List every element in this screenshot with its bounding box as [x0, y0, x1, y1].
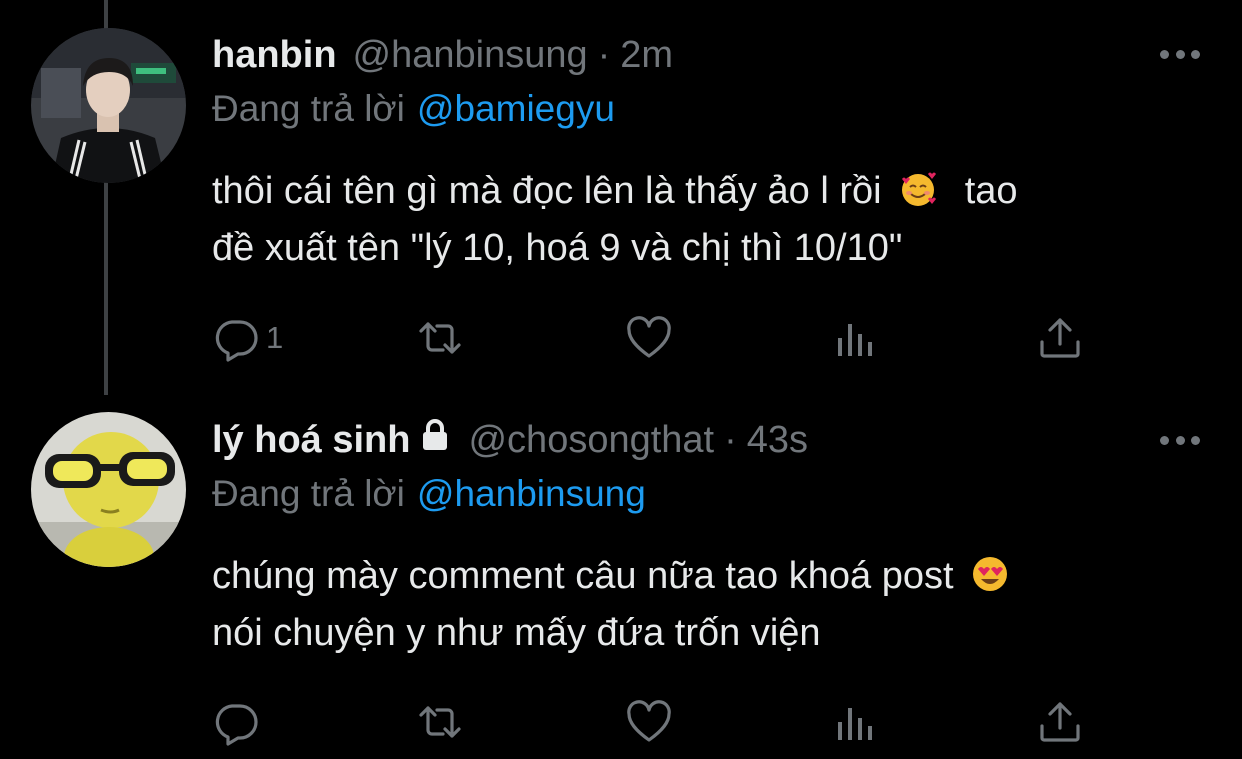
handle[interactable]: @hanbinsung [353, 34, 588, 77]
action-bar: 1 [0, 308, 1242, 368]
replying-label: Đang trả lời [212, 473, 405, 514]
views-icon [838, 708, 872, 740]
views-button[interactable] [831, 692, 879, 752]
tweet-ly-hoa-sinh[interactable]: lý hoá sinh @chosongthat · 43s Đang trả … [0, 400, 1242, 759]
separator-dot: · [724, 419, 737, 461]
share-icon [1040, 318, 1080, 358]
separator-dot: · [597, 34, 611, 76]
replying-label: Đang trả lời [212, 88, 405, 129]
reply-button[interactable]: 1 [212, 308, 283, 368]
replying-to: Đang trả lời @hanbinsung [212, 473, 646, 515]
share-button[interactable] [1036, 692, 1084, 752]
display-name[interactable]: lý hoá sinh [212, 419, 410, 462]
heart-eyes-icon [973, 557, 1008, 591]
retweet-button[interactable] [416, 692, 464, 752]
mention-link[interactable]: @hanbinsung [417, 473, 646, 514]
replying-to: Đang trả lời @bamiegyu [212, 88, 615, 130]
lock-icon [423, 419, 448, 450]
like-icon [627, 316, 671, 358]
timestamp[interactable]: 43s [747, 419, 808, 462]
like-icon [627, 700, 671, 742]
retweet-icon [419, 322, 461, 354]
tweet-text: chúng mày comment câu nữa tao khoá post … [212, 548, 1212, 662]
mention-link[interactable]: @bamiegyu [417, 88, 615, 129]
text-line: đề xuất tên "lý 10, hoá 9 và chị thì 10/… [212, 227, 903, 269]
retweet-icon [419, 706, 461, 738]
timestamp[interactable]: 2m [620, 34, 673, 77]
text-line: nói chuyện y như mấy đứa trốn viện [212, 612, 821, 654]
tweet-hanbin[interactable]: hanbin @hanbinsung · 2m Đang trả lời @bam… [0, 0, 1242, 400]
share-button[interactable] [1036, 308, 1084, 368]
action-bar [0, 692, 1242, 752]
reply-icon [215, 320, 258, 362]
avatar[interactable] [31, 28, 186, 183]
avatar-photo [31, 412, 186, 567]
display-name[interactable]: hanbin [212, 34, 337, 77]
tweet-header: lý hoá sinh @chosongthat · 43s [212, 418, 1152, 478]
avatar[interactable] [31, 412, 186, 567]
like-button[interactable] [625, 692, 673, 752]
tweet-text: thôi cái tên gì mà đọc lên là thấy ảo l … [212, 163, 1212, 277]
text-line-continued: tao [964, 170, 1018, 212]
text-line: thôi cái tên gì mà đọc lên là thấy ảo l … [212, 170, 882, 212]
share-icon [1040, 702, 1080, 742]
views-icon [838, 324, 872, 356]
reply-icon [215, 704, 258, 746]
more-icon[interactable] [1160, 44, 1200, 64]
avatar-photo [31, 28, 186, 183]
views-button[interactable] [831, 308, 879, 368]
reply-button[interactable] [212, 692, 260, 752]
handle[interactable]: @chosongthat [468, 419, 714, 462]
retweet-button[interactable] [416, 308, 464, 368]
like-button[interactable] [625, 308, 673, 368]
text-line: chúng mày comment câu nữa tao khoá post [212, 555, 954, 597]
tweet-header: hanbin @hanbinsung · 2m [212, 34, 1152, 94]
smiling-face-with-hearts-icon [902, 172, 937, 206]
reply-count: 1 [266, 320, 284, 355]
more-icon[interactable] [1160, 430, 1200, 450]
